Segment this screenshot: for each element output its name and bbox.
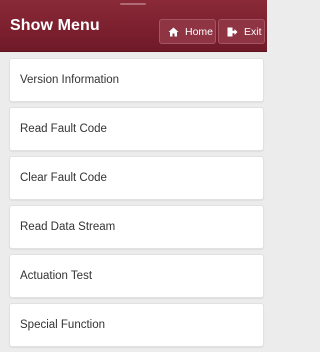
menu-item-label: Clear Fault Code <box>20 172 107 184</box>
function-menu: Version Information Read Fault Code Clea… <box>9 58 264 352</box>
menu-item-special-function[interactable]: Special Function <box>9 303 264 347</box>
header-bar: Show Menu Home Exit <box>0 0 267 52</box>
menu-item-read-fault-code[interactable]: Read Fault Code <box>9 107 264 151</box>
menu-item-read-data-stream[interactable]: Read Data Stream <box>9 205 264 249</box>
home-icon <box>168 27 179 36</box>
menu-item-version-information[interactable]: Version Information <box>9 58 264 102</box>
menu-item-label: Actuation Test <box>20 270 93 282</box>
menu-item-label: Version Information <box>20 74 120 86</box>
page-title: Show Menu <box>10 17 100 34</box>
menu-item-clear-fault-code[interactable]: Clear Fault Code <box>9 156 264 200</box>
menu-item-label: Special Function <box>20 319 106 331</box>
exit-icon <box>227 27 238 36</box>
exit-button-label: Exit <box>244 25 262 38</box>
menu-item-actuation-test[interactable]: Actuation Test <box>9 254 264 298</box>
menu-item-label: Read Data Stream <box>20 221 116 233</box>
menu-item-label: Read Fault Code <box>20 123 107 135</box>
home-button[interactable]: Home <box>159 19 216 44</box>
drag-handle[interactable] <box>120 3 146 5</box>
home-button-label: Home <box>185 25 214 38</box>
app-window: Show Menu Home Exit Version Information … <box>0 0 267 352</box>
exit-button[interactable]: Exit <box>218 19 265 44</box>
